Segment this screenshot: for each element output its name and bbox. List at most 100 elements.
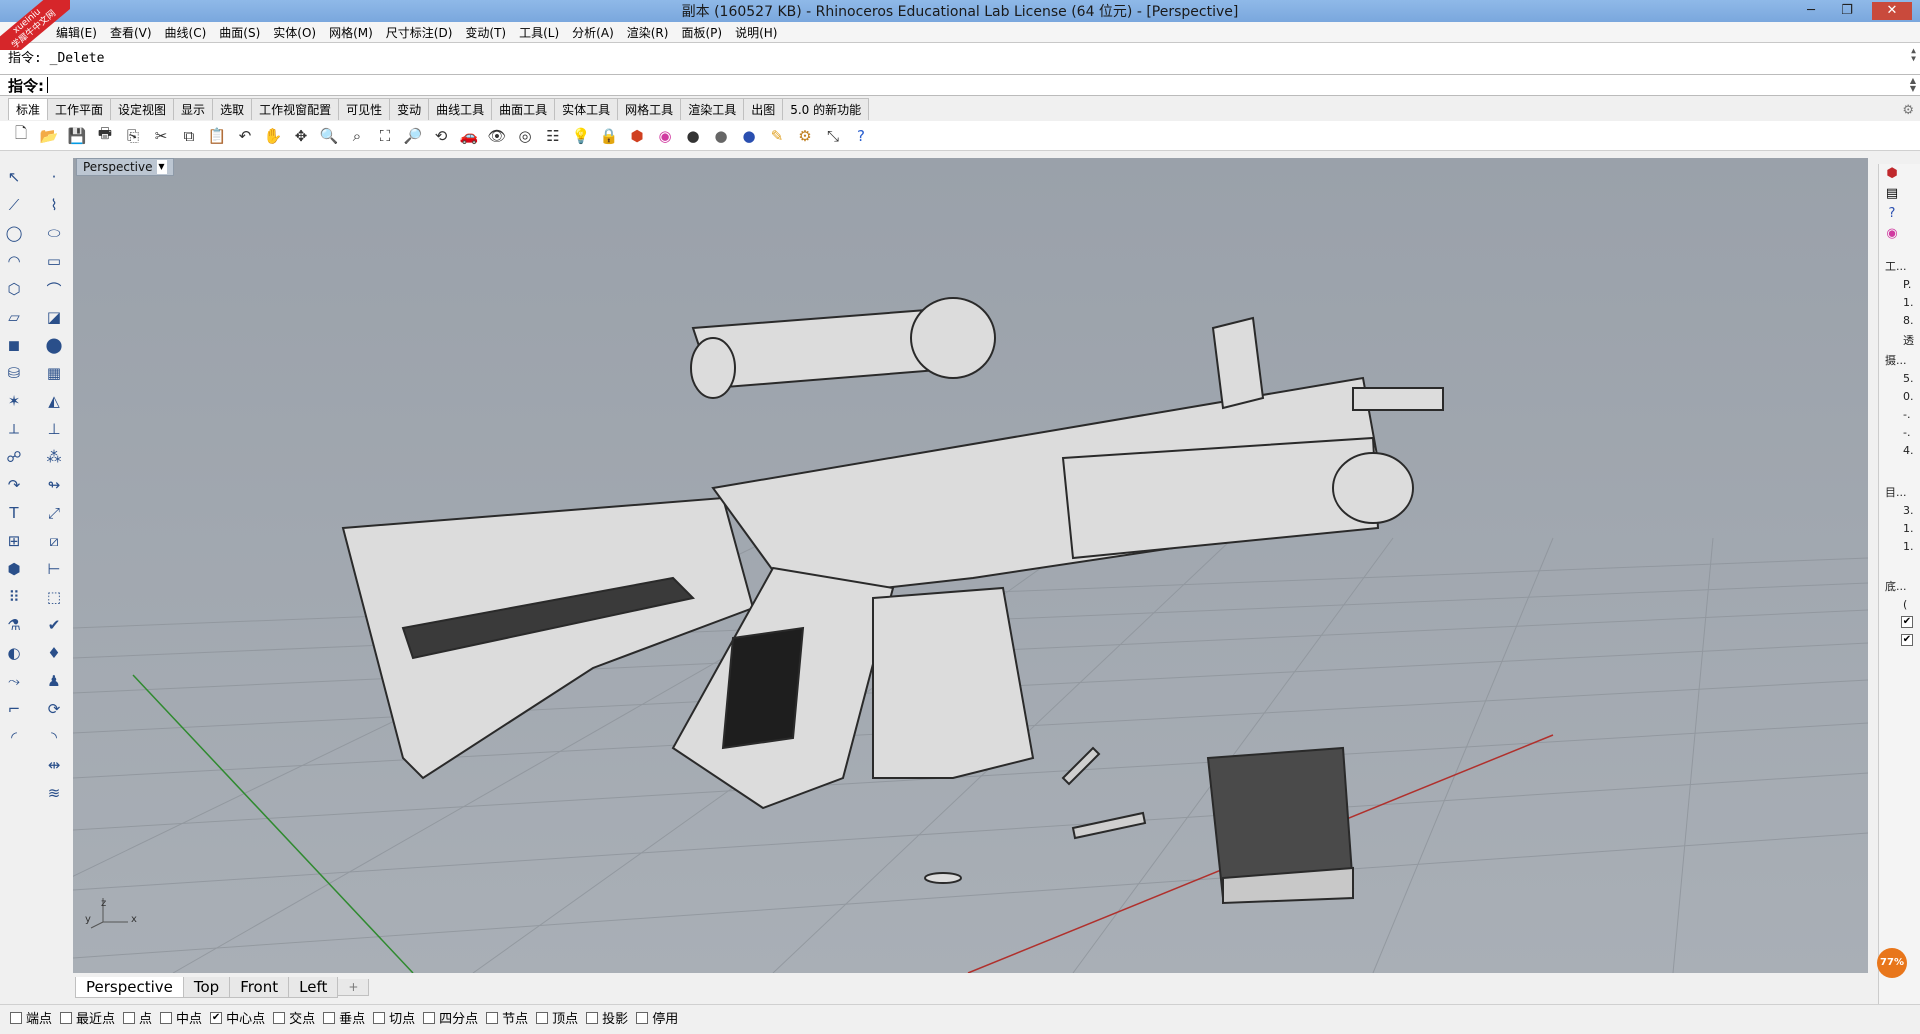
help-icon[interactable]: ?: [850, 125, 872, 147]
osnap-perp[interactable]: 垂点: [323, 1008, 365, 1027]
material-icon[interactable]: ●: [682, 125, 704, 147]
rectangle-icon[interactable]: ▭: [42, 249, 66, 273]
lock-icon[interactable]: 🔒: [598, 125, 620, 147]
osnap-near-checkbox[interactable]: [60, 1011, 73, 1024]
tab-left[interactable]: Left: [288, 976, 339, 998]
close-button[interactable]: ✕: [1872, 2, 1912, 20]
orient-icon[interactable]: ⟳: [42, 697, 66, 721]
menu-dimension[interactable]: 尺寸标注(D): [386, 24, 453, 41]
arc-icon[interactable]: ◠: [2, 249, 26, 273]
tab-curve-tools[interactable]: 曲线工具: [428, 98, 493, 120]
paste-icon[interactable]: 📋: [206, 125, 228, 147]
shade-icon[interactable]: ◐: [2, 641, 26, 665]
split-icon[interactable]: ⟂: [2, 417, 26, 441]
gear-icon[interactable]: ⚙: [1902, 103, 1914, 118]
open-icon[interactable]: 📂: [38, 125, 60, 147]
tab-mesh-tools[interactable]: 网格工具: [617, 98, 682, 120]
perspective-viewport[interactable]: Perspective ▼ z y x: [73, 158, 1868, 973]
panel-checkbox[interactable]: ✔: [1901, 616, 1913, 628]
tab-solid-tools[interactable]: 实体工具: [554, 98, 619, 120]
select-icon[interactable]: ↖: [2, 165, 26, 189]
trim-icon[interactable]: ⊥: [42, 417, 66, 441]
text-icon[interactable]: T: [2, 501, 26, 525]
osnap-project[interactable]: 投影: [586, 1008, 628, 1027]
materials-icon[interactable]: ◉: [1883, 226, 1901, 244]
check-icon[interactable]: ✔: [42, 613, 66, 637]
osnap-disable-checkbox[interactable]: [636, 1011, 649, 1024]
panel-checkbox[interactable]: ✔: [1901, 634, 1913, 646]
box-icon[interactable]: ◼: [2, 333, 26, 357]
render-sphere-icon[interactable]: ●: [738, 125, 760, 147]
tab-select[interactable]: 选取: [212, 98, 253, 120]
osnap-project-checkbox[interactable]: [586, 1011, 599, 1024]
contour-icon[interactable]: ≋: [42, 781, 66, 805]
sphere-tool-icon[interactable]: ⬤: [42, 333, 66, 357]
osnap-quad-checkbox[interactable]: [423, 1011, 436, 1024]
analyze-icon[interactable]: ⚗: [2, 613, 26, 637]
tab-surface-tools[interactable]: 曲面工具: [491, 98, 556, 120]
cplane-icon[interactable]: ◎: [514, 125, 536, 147]
revolve-icon[interactable]: ◜: [2, 725, 26, 749]
menu-panels[interactable]: 面板(P): [681, 24, 722, 41]
minimize-button[interactable]: ─: [1800, 2, 1822, 20]
menu-analyze[interactable]: 分析(A): [572, 24, 614, 41]
properties-icon[interactable]: ⬢: [1883, 166, 1901, 184]
help-panel-icon[interactable]: ?: [1883, 206, 1901, 224]
rotate-view-icon[interactable]: ⟲: [430, 125, 452, 147]
tab-top[interactable]: Top: [182, 976, 231, 998]
osnap-point[interactable]: 点: [123, 1008, 152, 1027]
import-icon[interactable]: ⎘: [122, 125, 144, 147]
transform-icon[interactable]: ⤡: [822, 125, 844, 147]
osnap-knot-checkbox[interactable]: [486, 1011, 499, 1024]
history-scroll[interactable]: ▲ ▼: [1911, 47, 1916, 63]
command-scroll[interactable]: ▲ ▼: [1910, 77, 1916, 93]
tab-viewport-layout[interactable]: 工作视窗配置: [251, 98, 340, 120]
osnap-tan[interactable]: 切点: [373, 1008, 415, 1027]
tab-new-in-v5[interactable]: 5.0 的新功能: [782, 98, 870, 120]
bend-icon[interactable]: ⤳: [2, 669, 26, 693]
render-icon[interactable]: ⬢: [626, 125, 648, 147]
print-icon[interactable]: 🖶: [94, 124, 116, 147]
viewport-label[interactable]: Perspective ▼: [76, 158, 174, 176]
pan-hand-icon[interactable]: ✋: [262, 125, 284, 147]
osnap-knot[interactable]: 节点: [486, 1008, 528, 1027]
menu-mesh[interactable]: 网格(M): [329, 24, 373, 41]
undo-icon[interactable]: ↶: [234, 125, 256, 147]
mirror-edit-icon[interactable]: ⧄: [42, 529, 66, 553]
osnap-end[interactable]: 端点: [10, 1008, 52, 1027]
polyline-icon[interactable]: ⟋: [2, 193, 26, 217]
copy-icon[interactable]: ⧉: [178, 125, 200, 147]
fillet-curve-icon[interactable]: ⌒: [42, 277, 66, 301]
sweep-icon[interactable]: ◪: [42, 305, 66, 329]
osnap-disable[interactable]: 停用: [636, 1008, 678, 1027]
menu-solid[interactable]: 实体(O): [273, 24, 316, 41]
paint-icon[interactable]: ♦: [42, 641, 66, 665]
osnap-vertex[interactable]: 顶点: [536, 1008, 578, 1027]
osnap-perp-checkbox[interactable]: [323, 1011, 336, 1024]
fillet-icon[interactable]: ↷: [2, 473, 26, 497]
grid-array-icon[interactable]: ⠿: [2, 585, 26, 609]
osnap-mid[interactable]: 中点: [160, 1008, 202, 1027]
tab-visibility[interactable]: 可见性: [338, 98, 391, 120]
osnap-int[interactable]: 交点: [273, 1008, 315, 1027]
array-icon[interactable]: ⊞: [2, 529, 26, 553]
mesh-icon[interactable]: ▦: [42, 361, 66, 385]
layers-icon[interactable]: ▤: [1883, 186, 1901, 204]
group-icon[interactable]: ☍: [2, 445, 26, 469]
dimension-icon[interactable]: ⊢: [42, 557, 66, 581]
polygon-icon[interactable]: ⬡: [2, 277, 26, 301]
layer-tool-icon[interactable]: ⬚: [42, 585, 66, 609]
sphere-icon[interactable]: ●: [710, 125, 732, 147]
boolean-icon[interactable]: ◭: [42, 389, 66, 413]
osnap-mid-checkbox[interactable]: [160, 1011, 173, 1024]
tab-render-tools[interactable]: 渲染工具: [680, 98, 745, 120]
zoom-selected-icon[interactable]: 🔎: [402, 125, 424, 147]
tab-front[interactable]: Front: [229, 976, 290, 998]
osnap-cen-checkbox[interactable]: ✔: [210, 1011, 223, 1024]
menu-render[interactable]: 渲染(R): [627, 24, 669, 41]
osnap-tan-checkbox[interactable]: [373, 1011, 386, 1024]
add-viewport-tab-icon[interactable]: +: [337, 978, 370, 996]
viewport-menu-chevron-down-icon[interactable]: ▼: [156, 160, 167, 174]
tab-cplanes[interactable]: 工作平面: [47, 98, 112, 120]
scale-icon[interactable]: ⤢: [42, 501, 66, 525]
